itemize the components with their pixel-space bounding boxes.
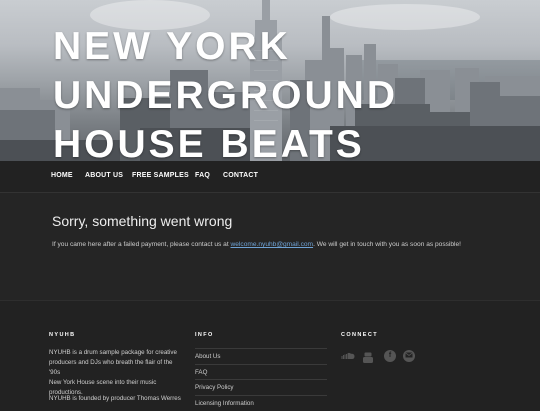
footer-link-faq[interactable]: FAQ (195, 364, 327, 380)
email-icon[interactable] (403, 350, 415, 362)
footer-link-privacy-policy[interactable]: Privacy Policy (195, 379, 327, 395)
error-message-text: If you came here after a failed payment,… (52, 241, 231, 248)
nav-about-us[interactable]: ABOUT US (85, 161, 123, 192)
error-message-text: . We will get in touch with you as soon … (313, 241, 462, 248)
footer-about-line: producers and DJs who breath the flair o… (49, 359, 173, 376)
site-title-line: NEW YORK (53, 25, 291, 68)
footer-link-licensing[interactable]: Licensing Information (195, 395, 327, 411)
nav-free-samples[interactable]: FREE SAMPLES (132, 161, 189, 192)
site-footer: NYUHB NYUHB is a drum sample package for… (0, 300, 540, 407)
nav-contact[interactable]: CONTACT (223, 161, 258, 192)
site-title[interactable]: NEW YORK UNDERGROUND HOUSE BEATS (53, 22, 433, 161)
soundcloud-icon[interactable] (341, 350, 355, 362)
nav-faq[interactable]: FAQ (195, 161, 210, 192)
footer-heading-info: INFO (195, 332, 214, 338)
main-content: Sorry, something went wrong If you came … (0, 193, 540, 300)
footer-founder-line: NYUHB is founded by producer Thomas Werr… (49, 395, 181, 402)
footer-about-line: NYUHB is a drum sample package for creat… (49, 349, 177, 356)
nav-home[interactable]: HOME (51, 161, 73, 192)
footer-link-about-us[interactable]: About Us (195, 348, 327, 364)
header-banner: NEW YORK UNDERGROUND HOUSE BEATS (0, 0, 540, 161)
footer-heading-connect: CONNECT (341, 332, 378, 338)
footer-heading-nyuhb: NYUHB (49, 332, 76, 338)
main-navigation: HOME ABOUT US FREE SAMPLES FAQ CONTACT (0, 161, 540, 193)
facebook-icon[interactable]: f (384, 350, 396, 362)
footer-about-paragraph: NYUHB is a drum sample package for creat… (49, 348, 181, 398)
footer-founder-paragraph: NYUHB is founded by producer Thomas Werr… (49, 394, 181, 404)
site-title-line: HOUSE BEATS (53, 123, 365, 161)
youtube-icon[interactable] (362, 350, 374, 363)
footer-about-line: New York House scene into their music (49, 379, 157, 386)
contact-email-link[interactable]: welcome.nyuhb@gmail.com (231, 241, 314, 248)
site-title-line: UNDERGROUND (53, 74, 398, 117)
error-message: If you came here after a failed payment,… (52, 240, 532, 249)
error-heading: Sorry, something went wrong (52, 213, 233, 229)
